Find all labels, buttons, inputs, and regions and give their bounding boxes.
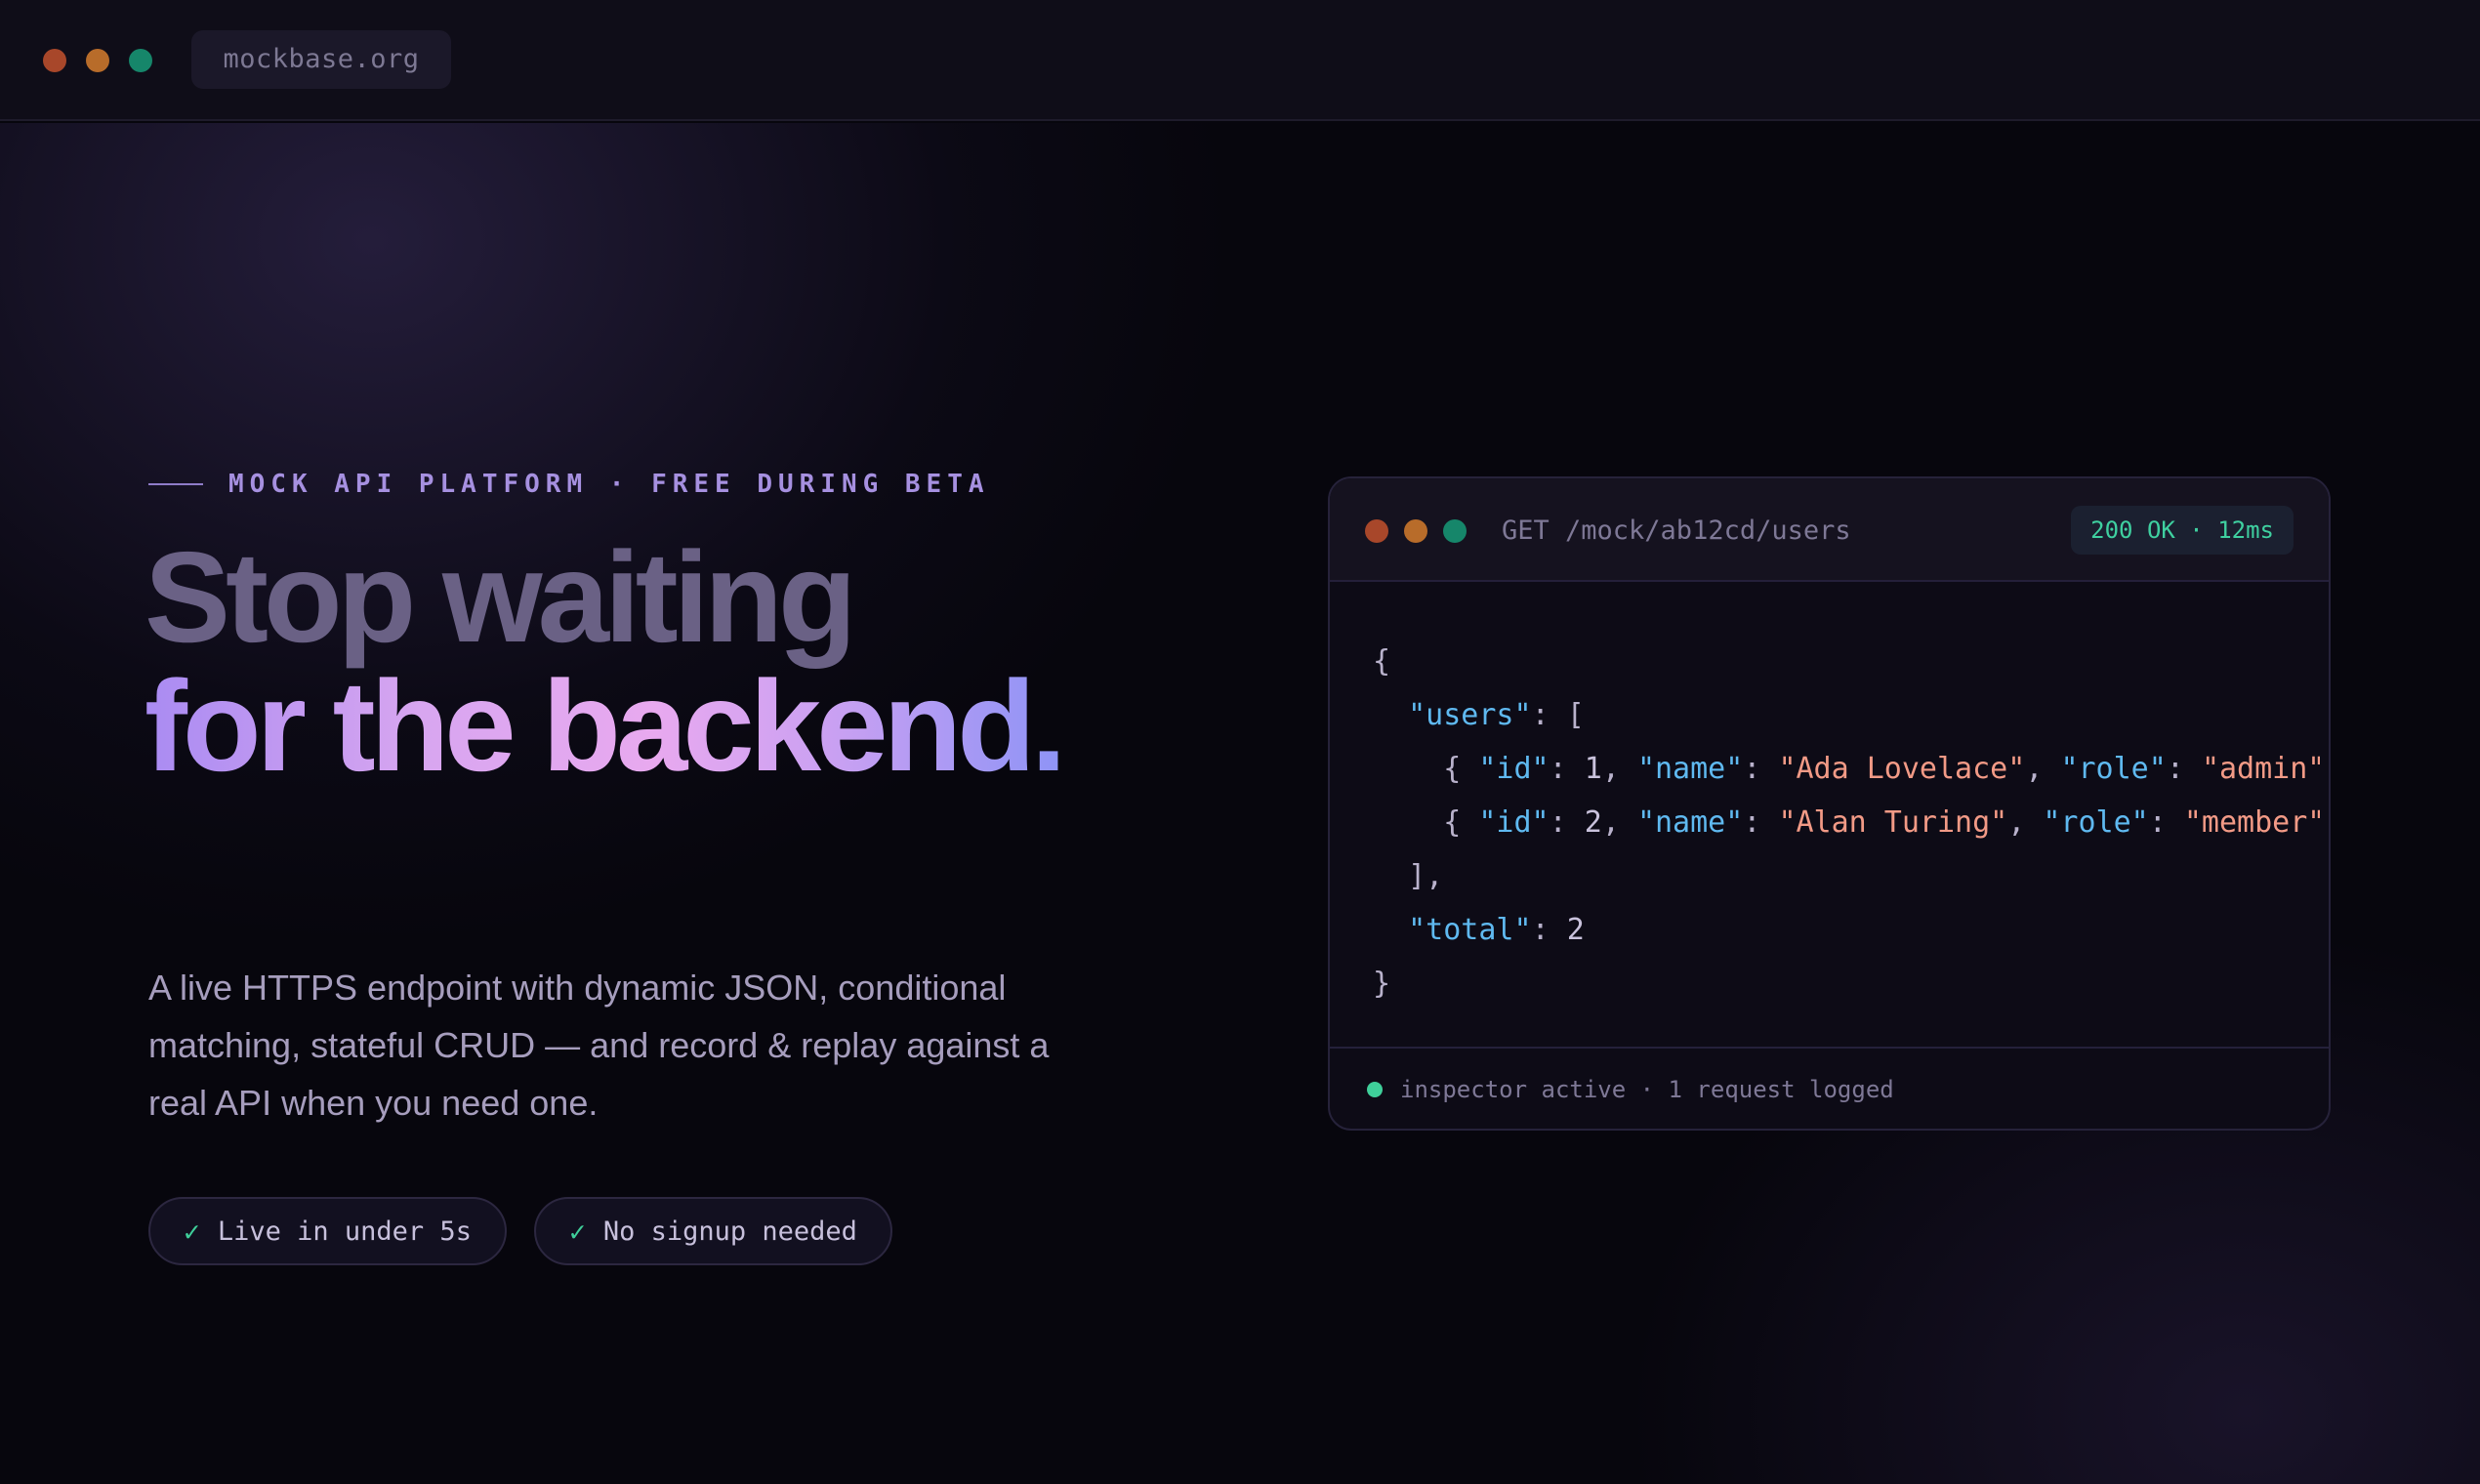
check-icon: ✓ — [184, 1215, 200, 1248]
json-open-bracket: [ — [1566, 698, 1585, 732]
json-key-users: "users" — [1408, 698, 1532, 732]
json-open-brace: { — [1373, 644, 1391, 679]
pill-label: No signup needed — [602, 1216, 857, 1247]
request-endpoint: GET /mock/ab12cd/users — [1502, 515, 1851, 546]
api-response-panel: GET /mock/ab12cd/users 200 OK · 12ms { "… — [1328, 476, 2331, 1131]
panel-dot-green — [1443, 519, 1467, 543]
browser-chrome: mockbase.org — [0, 0, 2480, 121]
status-badge: 200 OK · 12ms — [2071, 506, 2294, 555]
inspector-status: inspector active · 1 request logged — [1400, 1076, 1894, 1103]
user-name: "Alan Turing" — [1778, 805, 2008, 840]
panel-header: GET /mock/ab12cd/users 200 OK · 12ms — [1330, 478, 2329, 582]
user-role: "member" — [2183, 805, 2320, 840]
window-close-button[interactable] — [43, 49, 66, 72]
hero-description: A live HTTPS endpoint with dynamic JSON,… — [148, 968, 1050, 1123]
eyebrow-text: MOCK API PLATFORM · FREE DURING BETA — [228, 470, 990, 499]
headline-line-1: Stop waiting — [145, 525, 857, 669]
panel-footer: inspector active · 1 request logged — [1330, 1047, 2329, 1129]
pill-live-fast: ✓ Live in under 5s — [148, 1197, 507, 1265]
user-id: 2 — [1584, 805, 1602, 840]
json-key-total: "total" — [1408, 913, 1532, 947]
json-total-value: 2 — [1566, 913, 1585, 947]
user-name: "Ada Lovelace" — [1778, 752, 2026, 786]
json-close-bracket: ], — [1408, 859, 1444, 893]
panel-dot-red — [1365, 519, 1388, 543]
headline-line-2: for the backend. — [145, 662, 1072, 791]
hero-eyebrow: MOCK API PLATFORM · FREE DURING BETA — [148, 465, 990, 504]
panel-dot-yellow — [1404, 519, 1427, 543]
status-dot-icon — [1367, 1082, 1383, 1097]
address-bar[interactable]: mockbase.org — [191, 30, 451, 89]
user-role: "admin" — [2201, 752, 2320, 786]
json-response: { "users": [ { "id": 1, "name": "Ada Lov… — [1373, 635, 2320, 1064]
check-icon: ✓ — [568, 1215, 586, 1248]
page-viewport: MOCK API PLATFORM · FREE DURING BETA Sto… — [0, 123, 2480, 1484]
hero-headline: Stop waiting for the backend. — [145, 533, 1072, 791]
feature-pills: ✓ Live in under 5s ✓ No signup needed — [148, 1197, 892, 1265]
user-id: 1 — [1584, 752, 1602, 786]
pill-label: Live in under 5s — [217, 1216, 472, 1247]
eyebrow-divider — [148, 483, 203, 485]
window-minimize-button[interactable] — [86, 49, 109, 72]
pill-no-signup: ✓ No signup needed — [533, 1197, 892, 1265]
json-close-brace: } — [1373, 967, 1391, 1001]
window-maximize-button[interactable] — [129, 49, 152, 72]
